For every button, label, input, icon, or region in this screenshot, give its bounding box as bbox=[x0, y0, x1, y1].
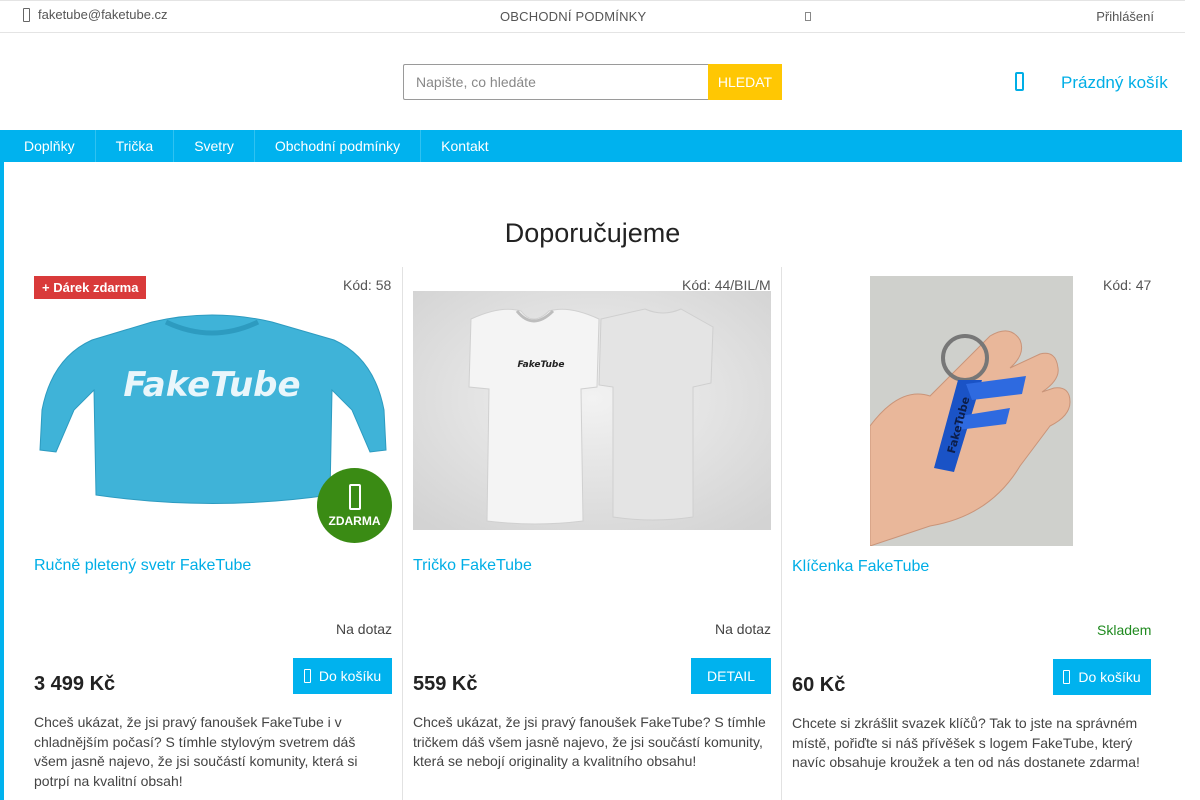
detail-button[interactable]: DETAIL bbox=[691, 658, 771, 694]
detail-button-label: DETAIL bbox=[707, 668, 755, 684]
gift-badge: + Dárek zdarma bbox=[34, 276, 147, 299]
gift-icon bbox=[348, 484, 361, 510]
product-description: Chceš ukázat, že jsi pravý fanoušek Fake… bbox=[34, 714, 358, 789]
product-code: Kód: 44/BIL/M bbox=[682, 277, 771, 293]
add-to-cart-button[interactable]: Do košíku bbox=[1053, 659, 1151, 695]
cart-icon[interactable] bbox=[1015, 72, 1024, 91]
keychain-product-image[interactable]: FakeTube bbox=[870, 276, 1073, 546]
add-to-cart-button[interactable]: Do košíku bbox=[293, 658, 392, 694]
product-description: Chcete si zkrášlit svazek klíčů? Tak to … bbox=[792, 715, 1140, 770]
nav-item-tricka[interactable]: Trička bbox=[96, 130, 175, 162]
cart-button-icon bbox=[303, 669, 311, 683]
page: faketube@faketube.cz OBCHODNÍ PODMÍNKY P… bbox=[0, 0, 1185, 800]
tshirt-logo-text: FakeTube bbox=[518, 360, 565, 370]
language-icon[interactable] bbox=[805, 12, 811, 21]
main-navigation: Doplňky Trička Svetry Obchodní podmínky … bbox=[4, 130, 1182, 162]
top-bar: faketube@faketube.cz OBCHODNÍ PODMÍNKY P… bbox=[0, 0, 1185, 33]
availability-status: Na dotaz bbox=[336, 621, 393, 637]
login-link[interactable]: Přihlášení bbox=[1096, 9, 1154, 24]
nav-item-svetry[interactable]: Svetry bbox=[174, 130, 255, 162]
availability-status: Na dotaz bbox=[715, 621, 772, 637]
add-to-cart-label: Do košíku bbox=[1078, 669, 1141, 685]
product-name-link[interactable]: Tričko FakeTube bbox=[413, 557, 532, 575]
nav-item-obchodni-podminky[interactable]: Obchodní podmínky bbox=[255, 130, 422, 162]
free-gift-badge: ZDARMA bbox=[317, 468, 392, 543]
tshirt-product-image[interactable]: FakeTube bbox=[413, 291, 771, 530]
contact-email-text[interactable]: faketube@faketube.cz bbox=[38, 7, 168, 22]
free-gift-label: ZDARMA bbox=[328, 514, 381, 528]
column-divider bbox=[781, 267, 782, 800]
cart-button-icon bbox=[1063, 670, 1071, 684]
availability-status: Skladem bbox=[1097, 622, 1152, 638]
add-to-cart-label: Do košíku bbox=[318, 668, 382, 684]
search-input[interactable] bbox=[403, 64, 708, 100]
top-terms-link[interactable]: OBCHODNÍ PODMÍNKY bbox=[500, 9, 646, 24]
cart-label[interactable]: Prázdný košík bbox=[1061, 73, 1168, 93]
product-code: Kód: 58 bbox=[343, 277, 392, 293]
contact-email[interactable]: faketube@faketube.cz bbox=[23, 7, 168, 22]
product-price: 3 499 Kč bbox=[34, 673, 116, 695]
product-code: Kód: 47 bbox=[1103, 277, 1152, 293]
product-name-link[interactable]: Ručně pletený svetr FakeTube bbox=[34, 557, 251, 575]
product-price: 60 Kč bbox=[792, 674, 846, 696]
product-name-link[interactable]: Klíčenka FakeTube bbox=[792, 558, 929, 576]
section-title: Doporučujeme bbox=[504, 218, 681, 248]
nav-item-kontakt[interactable]: Kontakt bbox=[421, 130, 508, 162]
column-divider bbox=[402, 267, 403, 800]
nav-item-doplnky[interactable]: Doplňky bbox=[4, 130, 96, 162]
sweater-logo-text: FakeTube bbox=[123, 365, 300, 405]
search-button[interactable]: HLEDAT bbox=[708, 64, 782, 100]
product-description: Chceš ukázat, že jsi pravý fanoušek Fake… bbox=[413, 714, 766, 769]
product-price: 559 Kč bbox=[413, 673, 478, 695]
phone-icon bbox=[23, 7, 30, 22]
